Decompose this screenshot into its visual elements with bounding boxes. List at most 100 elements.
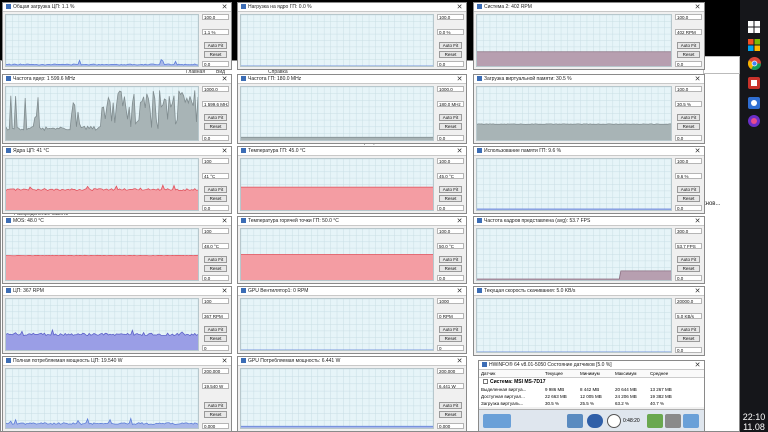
reset-button[interactable]: Reset xyxy=(439,265,462,272)
graph-max-value[interactable]: 100.0 xyxy=(437,14,464,20)
reset-button[interactable]: Reset xyxy=(439,195,462,202)
add-graph-icon[interactable] xyxy=(647,414,663,428)
reset-button[interactable]: Reset xyxy=(204,51,227,58)
table-row[interactable]: Выделенная виртуа... 9 986 MB 8 442 MB 20 6… xyxy=(479,386,704,393)
graph-max-value[interactable]: 100.0 xyxy=(437,228,464,234)
sensor-graph-window[interactable]: Текущая скорость скачивания: 5.0 KB/s ✕ … xyxy=(473,286,705,356)
graph-min-value[interactable]: 0.0 xyxy=(202,275,229,281)
reset-button[interactable]: Reset xyxy=(439,335,462,342)
app-icon-blue[interactable] xyxy=(747,96,761,110)
reset-button[interactable]: Reset xyxy=(677,51,700,58)
graph-titlebar[interactable]: Нагрузка на ядро ГП: 0.0 % ✕ xyxy=(238,3,466,12)
graph-max-value[interactable]: 100 xyxy=(202,158,229,164)
graph-min-value[interactable]: 0.0 xyxy=(437,61,464,67)
close-icon[interactable]: ✕ xyxy=(693,287,702,296)
close-icon[interactable]: ✕ xyxy=(455,3,464,12)
graph-max-value[interactable]: 20000.0 xyxy=(675,298,702,304)
graph-titlebar[interactable]: Использование памяти ГП: 9.6 % ✕ xyxy=(474,147,704,156)
reset-button[interactable]: Reset xyxy=(439,123,462,130)
auto-fit-button[interactable]: Auto Fit xyxy=(204,114,227,121)
close-icon[interactable]: ✕ xyxy=(220,217,229,226)
graph-min-value[interactable]: 0.0 xyxy=(202,205,229,211)
expand-icon[interactable] xyxy=(483,379,488,384)
graph-max-value[interactable]: 200.000 xyxy=(437,368,464,374)
reset-button[interactable]: Reset xyxy=(204,335,227,342)
reset-button[interactable]: Reset xyxy=(677,265,700,272)
close-icon[interactable]: ✕ xyxy=(693,217,702,226)
graph-titlebar[interactable]: Ядра ЦП: 41 °C ✕ xyxy=(3,147,231,156)
auto-fit-button[interactable]: Auto Fit xyxy=(677,114,700,121)
close-icon[interactable]: ✕ xyxy=(455,357,464,366)
nav-left-right-icon[interactable] xyxy=(483,414,511,428)
auto-fit-button[interactable]: Auto Fit xyxy=(677,186,700,193)
graph-max-value[interactable]: 100 xyxy=(202,228,229,234)
close-icon[interactable]: ✕ xyxy=(455,217,464,226)
auto-fit-button[interactable]: Auto Fit xyxy=(204,402,227,409)
auto-fit-button[interactable]: Auto Fit xyxy=(677,42,700,49)
taskbar-date[interactable]: 11.08 xyxy=(740,422,768,432)
app-icon-red[interactable] xyxy=(747,76,761,90)
column-header-current[interactable]: Текущее xyxy=(543,370,578,377)
close-icon[interactable]: ✕ xyxy=(693,147,702,156)
graph-min-value[interactable]: 0.0 xyxy=(675,135,702,141)
auto-fit-button[interactable]: Auto Fit xyxy=(439,326,462,333)
graph-min-value[interactable]: 0 xyxy=(202,345,229,351)
close-icon[interactable]: ✕ xyxy=(220,75,229,84)
close-icon[interactable]: ✕ xyxy=(220,287,229,296)
sensor-graph-window[interactable]: Частота ядер: 1 599.6 MHz ✕ 1000.0 1 599… xyxy=(2,74,232,144)
reset-button[interactable]: Reset xyxy=(204,195,227,202)
sensor-graph-window[interactable]: GPU Вентилятор1: 0 RPM ✕ 1000 0 RPM Auto… xyxy=(237,286,467,354)
start-icon[interactable] xyxy=(747,20,761,34)
graph-max-value[interactable]: 100.0 xyxy=(202,14,229,20)
reset-button[interactable]: Reset xyxy=(677,335,700,342)
graph-titlebar[interactable]: Температура ГП: 45.0 °C ✕ xyxy=(238,147,466,156)
close-icon[interactable]: ✕ xyxy=(455,287,464,296)
graph-titlebar[interactable]: Система 2: 402 RPM ✕ xyxy=(474,3,704,12)
auto-fit-button[interactable]: Auto Fit xyxy=(204,42,227,49)
graph-max-value[interactable]: 1000.0 xyxy=(437,86,464,92)
column-header-min[interactable]: Минимум xyxy=(578,370,613,377)
graph-min-value[interactable]: 0 xyxy=(437,345,464,351)
app-icon-purple[interactable] xyxy=(747,114,761,128)
sensor-graph-window[interactable]: Использование памяти ГП: 9.6 % ✕ 100.0 9… xyxy=(473,146,705,214)
auto-fit-button[interactable]: Auto Fit xyxy=(439,42,462,49)
hwinfo-close-icon[interactable]: ✕ xyxy=(693,361,702,370)
graph-max-value[interactable]: 100.0 xyxy=(675,158,702,164)
sensor-graph-window[interactable]: Полная потребляемая мощность ЦП: 19.540 … xyxy=(2,356,232,432)
graph-titlebar[interactable]: MOS: 48.0 °C ✕ xyxy=(3,217,231,226)
auto-fit-button[interactable]: Auto Fit xyxy=(439,256,462,263)
reset-button[interactable]: Reset xyxy=(439,411,462,418)
graph-min-value[interactable]: 0.0 xyxy=(675,61,702,67)
auto-fit-button[interactable]: Auto Fit xyxy=(439,186,462,193)
graph-max-value[interactable]: 100.0 xyxy=(675,14,702,20)
graph-titlebar[interactable]: ЦП: 367 RPM ✕ xyxy=(3,287,231,296)
close-icon[interactable]: ✕ xyxy=(693,3,702,12)
column-header-max[interactable]: Максимум xyxy=(613,370,648,377)
graph-titlebar[interactable]: Частота кадров представлена (avg): 53.7 … xyxy=(474,217,704,226)
reset-button[interactable]: Reset xyxy=(677,195,700,202)
sensor-graph-window[interactable]: Ядра ЦП: 41 °C ✕ 100 41 °C Auto Fit Rese… xyxy=(2,146,232,214)
settings-icon[interactable] xyxy=(665,414,681,428)
sensor-graph-window[interactable]: Частота кадров представлена (avg): 53.7 … xyxy=(473,216,705,284)
sensor-graph-window[interactable]: Система 2: 402 RPM ✕ 100.0 402 RPM Auto … xyxy=(473,2,705,70)
auto-fit-button[interactable]: Auto Fit xyxy=(439,402,462,409)
column-header-average[interactable]: Среднее xyxy=(648,370,688,377)
reset-button[interactable]: Reset xyxy=(204,411,227,418)
graph-min-value[interactable]: 0.0 xyxy=(437,205,464,211)
reset-button[interactable]: Reset xyxy=(439,51,462,58)
graph-min-value[interactable]: 0.0 xyxy=(675,347,702,353)
auto-fit-button[interactable]: Auto Fit xyxy=(677,326,700,333)
sensor-graph-window[interactable]: Общая загрузка ЦП: 1.1 % ✕ 100.0 1.1 % A… xyxy=(2,2,232,70)
graph-titlebar[interactable]: Полная потребляемая мощность ЦП: 19.540 … xyxy=(3,357,231,366)
graph-min-value[interactable]: 0.0 xyxy=(202,135,229,141)
auto-fit-button[interactable]: Auto Fit xyxy=(439,114,462,121)
reset-button[interactable]: Reset xyxy=(204,265,227,272)
graph-titlebar[interactable]: Частота ГП: 180.0 MHz ✕ xyxy=(238,75,466,84)
table-row[interactable]: Загрузка виртуаль... 30.5 % 25.5 % 63.2 % 40… xyxy=(479,400,704,407)
graph-max-value[interactable]: 100.0 xyxy=(437,158,464,164)
reset-button[interactable]: Reset xyxy=(204,123,227,130)
sensor-graph-window[interactable]: ЦП: 367 RPM ✕ 100 367 RPM Auto Fit Reset… xyxy=(2,286,232,354)
sensor-graph-window[interactable]: Нагрузка на ядро ГП: 0.0 % ✕ 100.0 0.0 %… xyxy=(237,2,467,70)
graph-max-value[interactable]: 100 xyxy=(202,298,229,304)
sensor-graph-window[interactable]: Загрузка виртуальной памяти: 30.5 % ✕ 10… xyxy=(473,74,705,144)
